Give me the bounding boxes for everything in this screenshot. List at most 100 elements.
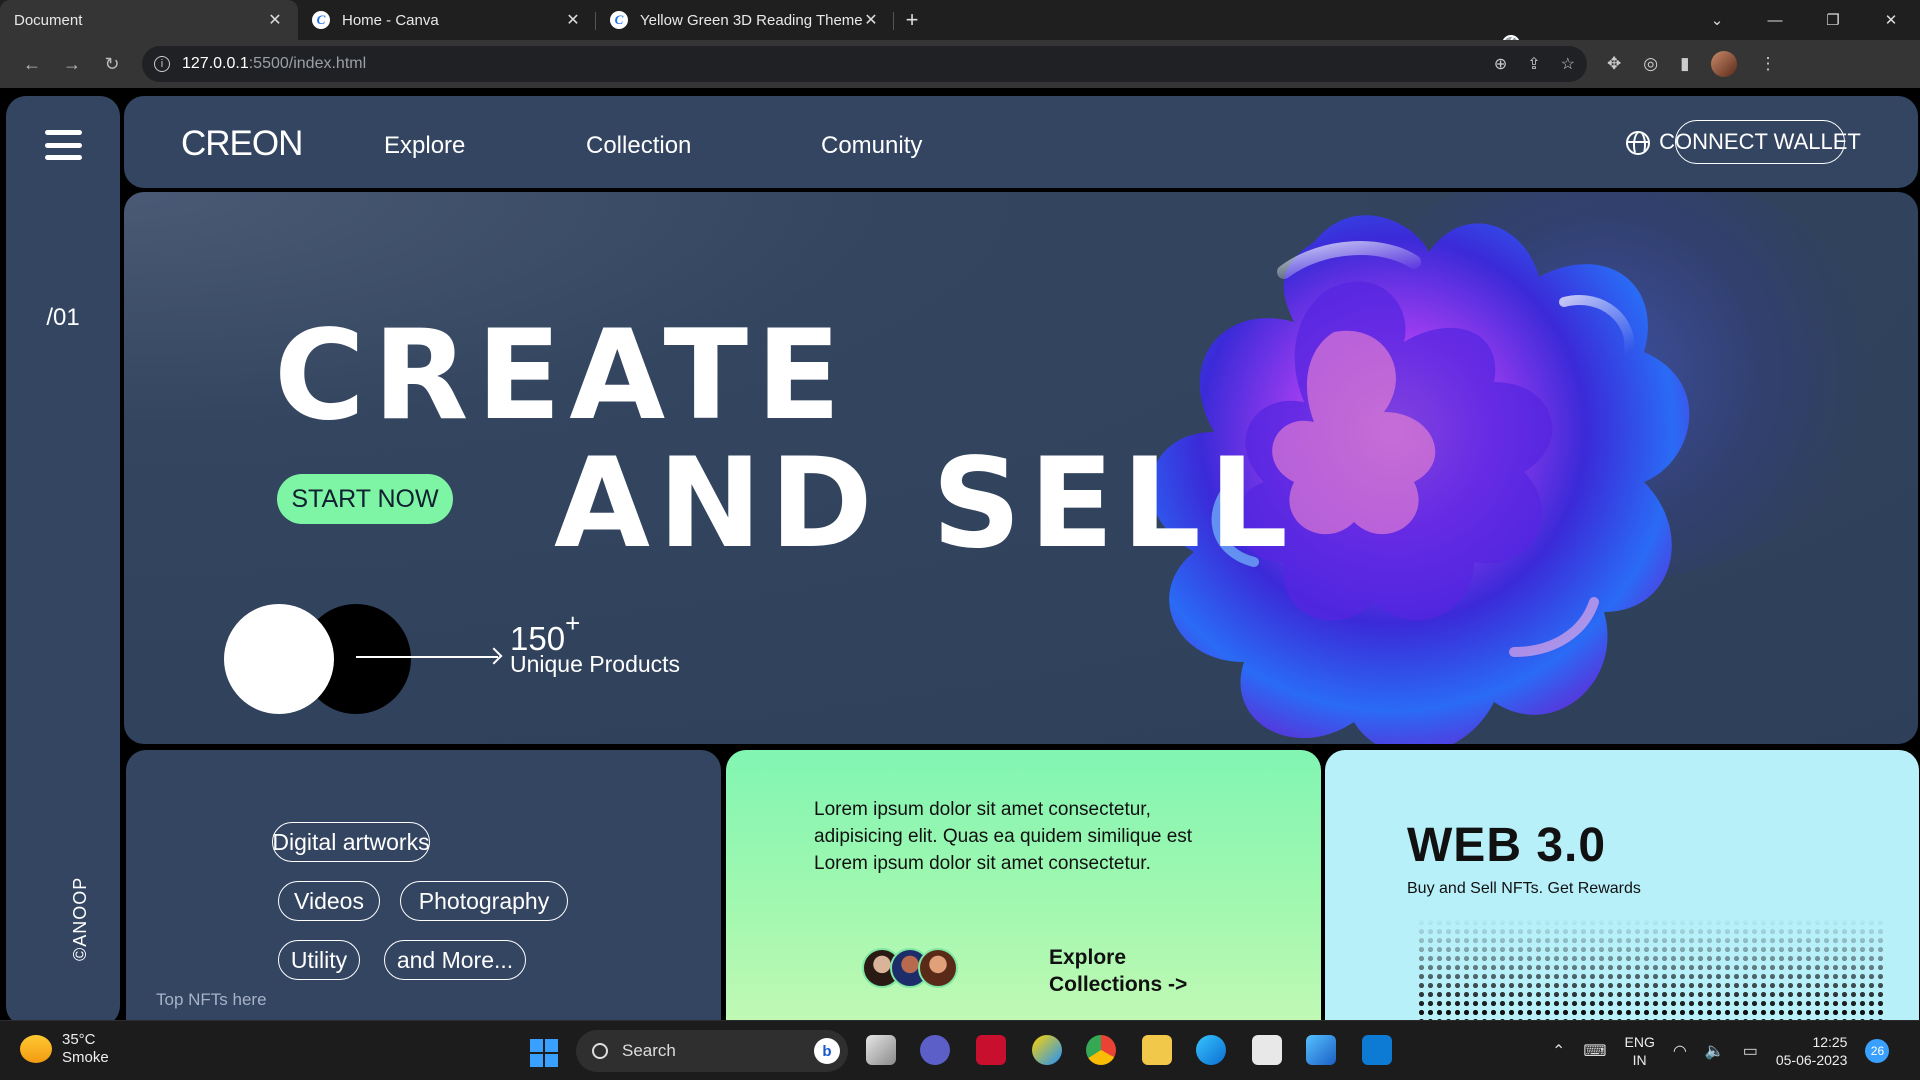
nav-link-explore[interactable]: Explore [384, 132, 465, 160]
new-tab-button[interactable]: + [894, 0, 930, 40]
store-icon[interactable] [1252, 1035, 1282, 1065]
product-count: 150+ [510, 610, 580, 655]
tab-canva-theme[interactable]: C Yellow Green 3D Reading Theme ✕ [596, 0, 894, 40]
clock[interactable]: 12:25 05-06-2023 [1776, 1033, 1848, 1069]
reload-icon[interactable]: ↻ [92, 54, 132, 75]
promo-text: Lorem ipsum dolor sit amet consectetur, … [814, 799, 1193, 874]
file-explorer-icon[interactable] [1142, 1035, 1172, 1065]
arrow-right-icon [356, 656, 498, 658]
promo-card: Lorem ipsum dolor sit amet consectetur, … [726, 750, 1321, 1020]
url-field[interactable]: i 127.0.0.1:5500/index.html ⊕ ⇪ ☆ [142, 46, 1587, 82]
hamburger-menu-icon[interactable] [45, 130, 82, 160]
bookmark-star-icon[interactable]: ☆ [1561, 54, 1575, 74]
tab-title: Home - Canva [342, 11, 439, 29]
category-pill-utility[interactable]: Utility [278, 940, 360, 980]
start-now-button[interactable]: START NOW [277, 474, 453, 524]
hero-banner: CREATE START NOW AND SELL 150+ Unique Pr… [124, 192, 1918, 744]
close-icon[interactable]: ✕ [564, 10, 582, 30]
language-indicator[interactable]: ENG IN [1625, 1033, 1655, 1069]
nav-link-community[interactable]: Comunity [821, 132, 922, 160]
chrome-icon[interactable] [1086, 1035, 1116, 1065]
taskbar-search[interactable]: Search b [576, 1030, 848, 1072]
close-icon[interactable]: ✕ [862, 10, 880, 30]
category-pill-and-more[interactable]: and More... [384, 940, 526, 980]
hero-headline-line1: CREATE [274, 304, 849, 448]
task-view-icon[interactable] [866, 1035, 896, 1065]
top-navigation: CREON Explore Collection Comunity CONNEC… [124, 96, 1918, 188]
region-code: IN [1632, 1052, 1647, 1068]
language-globe-icon[interactable] [1626, 131, 1650, 155]
category-pill-photography[interactable]: Photography [400, 881, 568, 921]
connect-wallet-button[interactable]: CONNECT WALLET [1659, 120, 1861, 164]
page-viewport: /01 ©ANOOP CREON Explore Collection Comu… [0, 88, 1920, 1020]
white-circle-graphic [224, 604, 334, 714]
clock-date: 05-06-2023 [1775, 1052, 1848, 1068]
language-code: ENG [1624, 1034, 1655, 1050]
top-nfts-caption: Top NFTs here [156, 990, 267, 1009]
vscode-icon[interactable] [1362, 1035, 1392, 1065]
author-credit: ©ANOOP [70, 876, 90, 961]
product-count-label: Unique Products [510, 651, 681, 677]
system-tray: ⌃ ⌨ ENG IN ◠ 🔈 ▭ 12:25 05-06-2023 26 [1552, 1033, 1890, 1069]
category-pill-videos[interactable]: Videos [278, 881, 380, 921]
menu-dots-icon[interactable]: ⋮ [1759, 54, 1776, 74]
bing-icon[interactable]: b [814, 1038, 840, 1064]
tab-title: Yellow Green 3D Reading Theme [640, 11, 862, 29]
tab-canva-home[interactable]: C Home - Canva ✕ [298, 0, 596, 40]
wifi-icon[interactable]: ◠ [1673, 1041, 1687, 1061]
weather-widget[interactable]: 35°C Smoke [20, 1031, 109, 1067]
edge-icon[interactable] [1196, 1035, 1226, 1065]
forward-icon[interactable]: → [52, 54, 92, 75]
weather-condition: Smoke [62, 1049, 109, 1066]
keyboard-icon[interactable]: ⌨ [1583, 1041, 1606, 1061]
url-path: :5500/index.html [248, 55, 367, 72]
zoom-icon[interactable]: ⊕ [1494, 54, 1507, 74]
teams-chat-icon[interactable] [920, 1035, 950, 1065]
web3-title: WEB 3.0 [1407, 819, 1607, 872]
back-icon[interactable]: ← [12, 54, 52, 75]
site-info-icon[interactable]: i [154, 56, 170, 72]
search-icon [592, 1043, 608, 1059]
categories-card: Digital artworks Videos Photography Util… [126, 750, 721, 1020]
explore-link-line1: Explore [1049, 946, 1127, 969]
avatar-group [862, 948, 958, 988]
chevron-up-icon[interactable]: ⌃ [1552, 1041, 1565, 1061]
share-icon[interactable]: ⇪ [1527, 54, 1540, 74]
address-bar-row: ← → ↻ i 127.0.0.1:5500/index.html ⊕ ⇪ ☆ … [0, 40, 1920, 88]
windows-start-icon[interactable] [530, 1039, 558, 1067]
hero-headline-line2: AND SELL [554, 432, 1296, 576]
battery-icon[interactable]: ▭ [1743, 1041, 1758, 1061]
clock-time: 12:25 [1812, 1034, 1848, 1050]
web3-card: WEB 3.0 Buy and Sell NFTs. Get Rewards [1325, 750, 1919, 1020]
tab-search-icon[interactable]: ⌄ [1688, 11, 1746, 29]
category-pill-digital-artworks[interactable]: Digital artworks [272, 822, 430, 862]
nav-link-collection[interactable]: Collection [586, 132, 691, 160]
weather-temp: 35°C [62, 1031, 96, 1048]
profile-avatar[interactable] [1711, 51, 1738, 77]
page-number: /01 [46, 304, 80, 331]
search-label: Search [622, 1041, 676, 1060]
volume-icon[interactable]: 🔈 [1705, 1041, 1725, 1061]
tab-document[interactable]: Document ✕ [0, 0, 1520, 53]
brand-logo[interactable]: CREON [181, 124, 303, 164]
canva-icon: C [610, 11, 628, 29]
window-controls: ⌄ — ❐ ✕ [1688, 0, 1920, 40]
product-count-suffix: + [565, 608, 581, 638]
avatar [918, 948, 958, 988]
extension-icon[interactable]: ◎ [1643, 54, 1658, 74]
browser-tab-bar: Document ✕ C Home - Canva ✕ C Yellow Gre… [0, 0, 1920, 53]
help-icon[interactable] [1032, 1035, 1062, 1065]
minimize-button[interactable]: — [1746, 12, 1804, 29]
notification-badge[interactable]: 26 [1865, 1039, 1890, 1063]
side-panel-icon[interactable]: ▮ [1680, 54, 1689, 74]
explore-collections-link[interactable]: Explore Collections -> [1049, 944, 1187, 998]
mcafee-icon[interactable] [976, 1035, 1006, 1065]
tab-title: Document [14, 11, 83, 29]
close-icon[interactable]: ✕ [266, 10, 284, 30]
canva-icon: C [312, 11, 330, 29]
extensions-icon[interactable]: ✥ [1607, 54, 1621, 74]
windows-taskbar: 35°C Smoke Search b ⌃ ⌨ ENG IN ◠ 🔈 ▭ 12:… [0, 1020, 1920, 1080]
restore-button[interactable]: ❐ [1804, 11, 1862, 29]
close-window-button[interactable]: ✕ [1862, 11, 1920, 29]
photos-icon[interactable] [1306, 1035, 1336, 1065]
